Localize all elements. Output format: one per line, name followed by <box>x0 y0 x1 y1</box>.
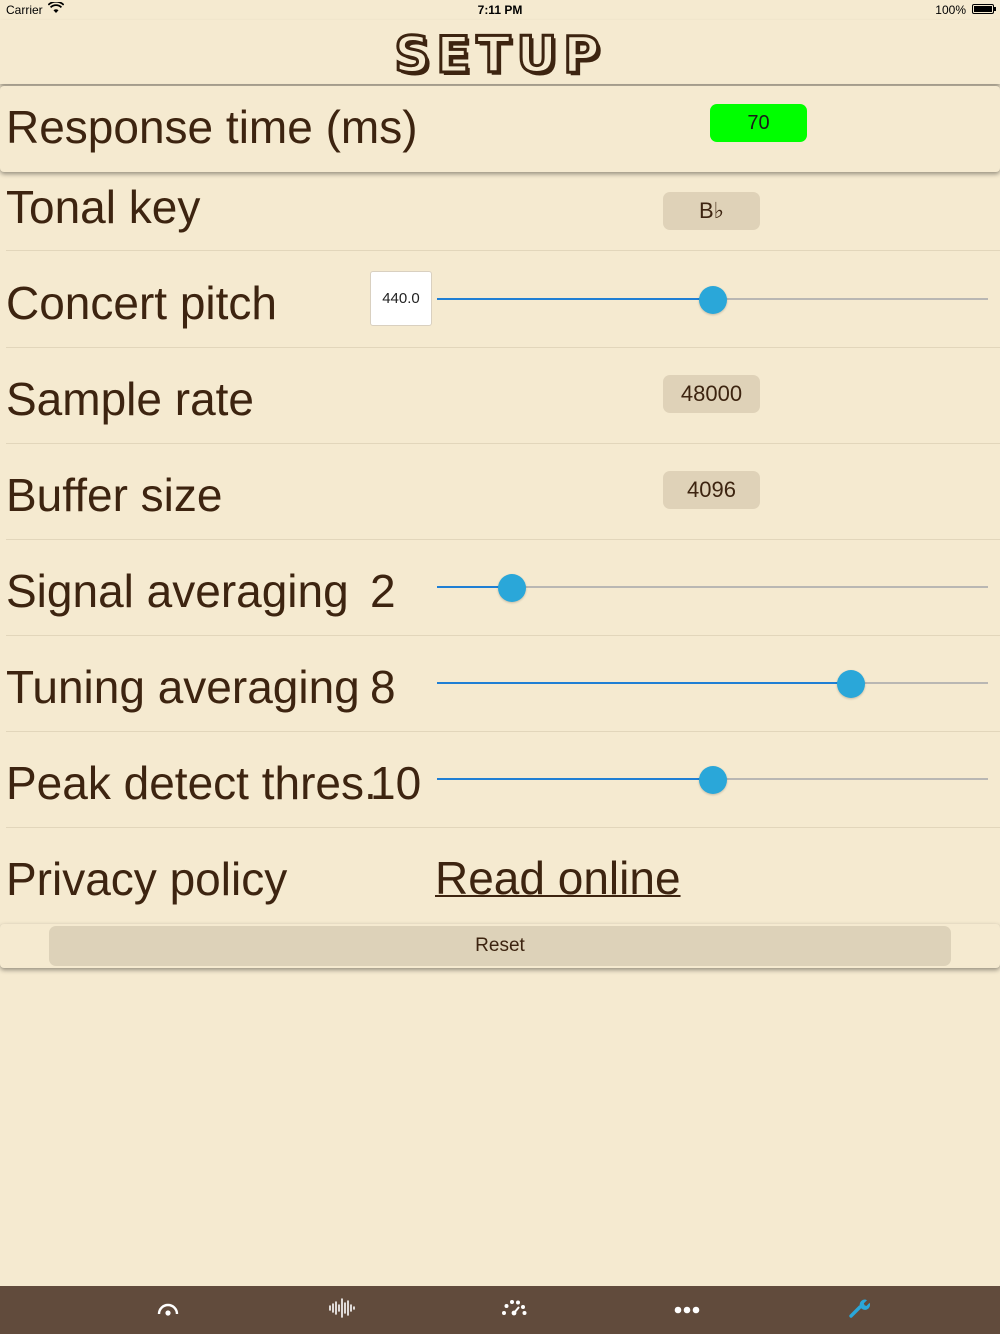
response-time-value[interactable]: 70 <box>710 104 807 142</box>
status-bar: Carrier 7:11 PM 100% <box>0 0 1000 20</box>
buffer-size-label: Buffer size <box>6 469 223 521</box>
concert-pitch-slider[interactable] <box>437 284 988 314</box>
slider-thumb[interactable] <box>836 670 865 698</box>
tab-meter[interactable] <box>474 1286 554 1334</box>
tab-setup[interactable] <box>819 1286 899 1334</box>
tab-more[interactable] <box>647 1286 727 1334</box>
divider <box>6 347 1000 348</box>
sample-rate-button[interactable]: 48000 <box>663 375 760 413</box>
read-online-link[interactable]: Read online <box>435 851 681 905</box>
more-icon <box>674 1301 700 1319</box>
slider-thumb[interactable] <box>698 286 727 314</box>
reset-button[interactable]: Reset <box>49 926 951 966</box>
battery-percentage: 100% <box>935 3 966 17</box>
signal-averaging-value: 2 <box>370 565 396 617</box>
tonal-key-button[interactable]: B♭ <box>663 192 760 230</box>
peak-detect-slider[interactable] <box>437 764 988 794</box>
title-bar: SETUP <box>0 20 1000 86</box>
divider <box>6 539 1000 540</box>
slider-thumb[interactable] <box>698 766 727 794</box>
response-time-panel: Response time (ms) 70 <box>0 86 1000 172</box>
tab-bar <box>0 1286 1000 1334</box>
concert-pitch-label: Concert pitch <box>6 277 278 329</box>
tuning-averaging-label: Tuning averaging <box>6 661 360 713</box>
waveform-icon <box>328 1297 356 1324</box>
tuning-averaging-value: 8 <box>370 661 396 713</box>
tuner-gauge-icon <box>156 1298 180 1323</box>
concert-pitch-input[interactable]: 440.0 <box>370 271 432 326</box>
signal-averaging-label: Signal averaging <box>6 565 349 617</box>
slider-thumb[interactable] <box>497 574 526 602</box>
tab-tuner[interactable] <box>128 1286 208 1334</box>
divider <box>6 443 1000 444</box>
peak-detect-value: 10 <box>370 757 422 809</box>
privacy-policy-label: Privacy policy <box>6 853 288 905</box>
divider <box>6 250 1000 251</box>
response-time-label: Response time (ms) <box>6 101 418 153</box>
buffer-size-button[interactable]: 4096 <box>663 471 760 509</box>
signal-averaging-slider[interactable] <box>437 572 988 602</box>
sample-rate-label: Sample rate <box>6 373 255 425</box>
tab-waveform[interactable] <box>302 1286 382 1334</box>
peak-detect-label: Peak detect thres. <box>6 757 377 809</box>
page-title: SETUP <box>393 25 606 86</box>
divider <box>6 731 1000 732</box>
reset-panel: Reset <box>0 924 1000 968</box>
divider <box>6 827 1000 828</box>
divider <box>6 635 1000 636</box>
tuning-averaging-slider[interactable] <box>437 668 988 698</box>
tonal-key-label: Tonal key <box>6 181 201 233</box>
dial-meter-icon <box>501 1298 527 1323</box>
battery-icon <box>972 4 996 14</box>
wrench-icon <box>848 1297 871 1324</box>
clock: 7:11 PM <box>477 3 523 17</box>
